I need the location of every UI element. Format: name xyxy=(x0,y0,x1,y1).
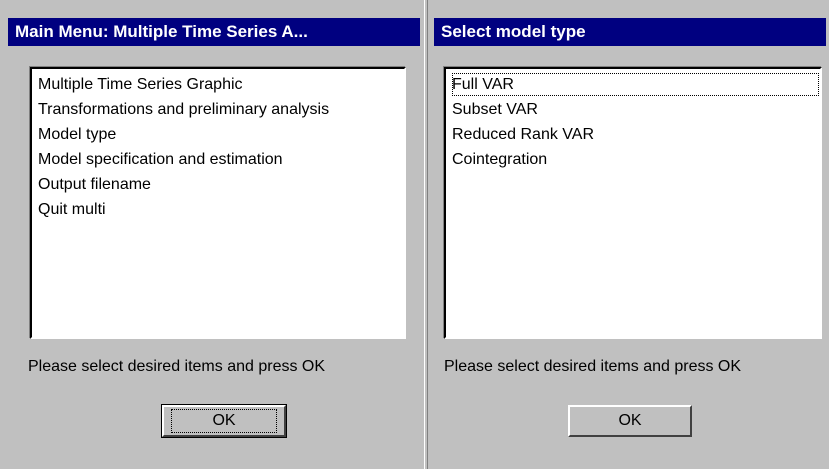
main-menu-title: Main Menu: Multiple Time Series A... xyxy=(8,18,420,46)
list-item-multiple-time-series-graphic[interactable]: Multiple Time Series Graphic xyxy=(37,72,404,97)
model-type-listbox[interactable]: Full VAR Subset VAR Reduced Rank VAR Coi… xyxy=(444,67,822,339)
list-item-reduced-rank-var[interactable]: Reduced Rank VAR xyxy=(451,122,820,147)
list-item-transformations[interactable]: Transformations and preliminary analysis xyxy=(37,97,404,122)
ok-button-label: OK xyxy=(618,412,642,429)
ok-button-label: OK xyxy=(171,409,277,433)
model-type-prompt: Please select desired items and press OK xyxy=(444,358,742,375)
select-model-type-dialog: Select model type Full VAR Subset VAR Re… xyxy=(428,0,829,469)
main-menu-prompt: Please select desired items and press OK xyxy=(28,358,326,375)
main-menu-dialog: Main Menu: Multiple Time Series A... Mul… xyxy=(0,0,424,469)
main-menu-ok-button[interactable]: OK xyxy=(161,404,287,438)
list-item-output-filename[interactable]: Output filename xyxy=(37,172,404,197)
main-menu-listbox[interactable]: Multiple Time Series Graphic Transformat… xyxy=(30,67,406,339)
list-item-cointegration[interactable]: Cointegration xyxy=(451,147,820,172)
list-item-quit-multi[interactable]: Quit multi xyxy=(37,197,404,222)
list-item-full-var[interactable]: Full VAR xyxy=(451,72,820,97)
select-model-type-title: Select model type xyxy=(434,18,826,46)
model-type-ok-button[interactable]: OK xyxy=(568,405,692,437)
list-item-subset-var[interactable]: Subset VAR xyxy=(451,97,820,122)
list-item-model-type[interactable]: Model type xyxy=(37,122,404,147)
list-item-model-specification[interactable]: Model specification and estimation xyxy=(37,147,404,172)
